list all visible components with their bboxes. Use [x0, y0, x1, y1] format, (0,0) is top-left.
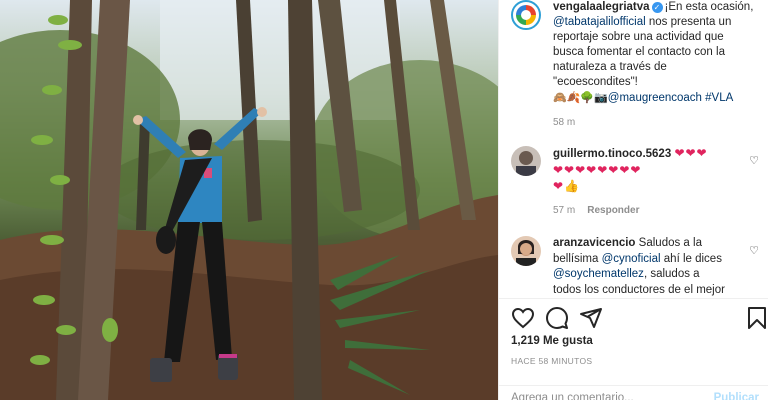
caption-emojis: 🙈🍂🌳📷: [553, 91, 608, 104]
comment-mention[interactable]: @soychematellez: [553, 268, 644, 280]
commenter-username[interactable]: guillermo.tinoco.5623: [553, 148, 671, 160]
like-comment-heart-icon[interactable]: ♡: [749, 244, 759, 257]
post-photo[interactable]: [0, 0, 498, 400]
commenter-avatar[interactable]: [511, 146, 541, 176]
commenter-avatar[interactable]: [511, 236, 541, 266]
post-sidebar: vengalaalegriatva ✓ ¡En esta ocasión, @tab…: [498, 0, 768, 400]
comment-hearts: ❤❤❤: [674, 146, 708, 160]
like-comment-heart-icon[interactable]: ♡: [749, 154, 759, 167]
caption-tail-mention[interactable]: @maugreencoach: [608, 92, 702, 104]
action-icons: [511, 306, 766, 330]
comment-mention[interactable]: @cynoficial: [602, 253, 661, 265]
comments-list[interactable]: vengalaalegriatva ✓ ¡En esta ocasión, @tab…: [499, 0, 768, 298]
share-icon[interactable]: [579, 306, 603, 330]
verified-icon: ✓: [651, 2, 663, 13]
author-avatar[interactable]: [511, 0, 541, 30]
comment-input[interactable]: [511, 392, 691, 400]
caption-time: 58 m: [553, 117, 576, 128]
likes-count[interactable]: 1,219 Me gusta: [511, 335, 593, 347]
heart-icon[interactable]: [511, 306, 535, 330]
reply-button[interactable]: Responder: [587, 205, 639, 216]
action-bar: 1,219 Me gusta HACE 58 MINUTOS Publicar: [499, 298, 768, 400]
comment-text: guillermo.tinoco.5623 ❤❤❤ ❤❤❤❤❤❤❤❤ ❤👍: [553, 146, 708, 193]
add-comment-bar: Publicar: [499, 385, 768, 400]
post-timestamp: HACE 58 MINUTOS: [511, 356, 593, 366]
bookmark-icon[interactable]: [745, 306, 768, 330]
caption-hashtag[interactable]: #VLA: [705, 92, 733, 104]
post-comment-button[interactable]: Publicar: [714, 392, 759, 400]
commenter-username[interactable]: aranzavicencio: [553, 237, 635, 249]
comment-meta: 57 m Responder: [553, 205, 640, 216]
comment-icon[interactable]: [545, 306, 569, 330]
caption-mention[interactable]: @tabatajalilofficial: [553, 16, 646, 28]
caption-text: vengalaalegriatva ✓ ¡En esta ocasión, @tab…: [553, 1, 754, 104]
forest-photo: [0, 0, 498, 400]
comment-text: aranzavicencio Saludos a la bellísima @c…: [553, 237, 725, 296]
author-username[interactable]: vengalaalegriatva: [553, 1, 650, 13]
